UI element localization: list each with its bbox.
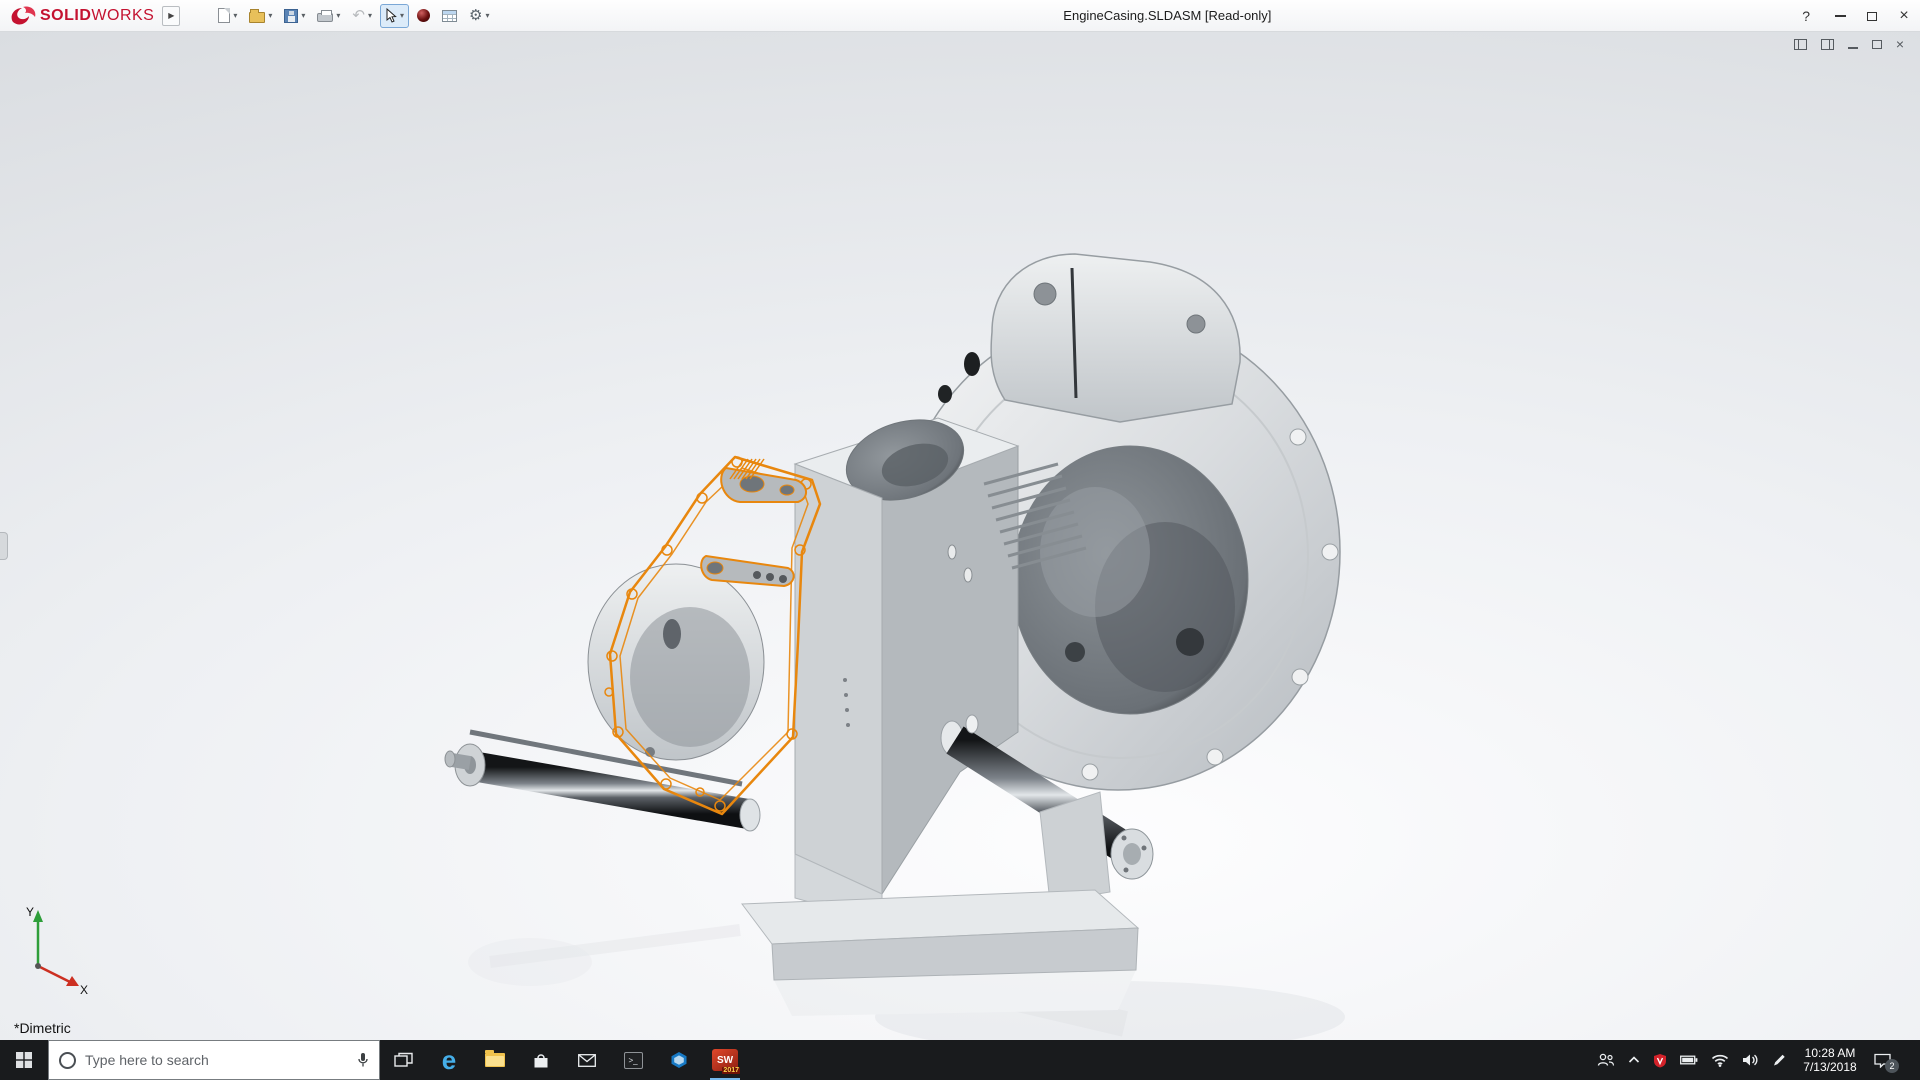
task-view-icon	[394, 1052, 413, 1068]
appearance-sphere-icon	[417, 9, 430, 22]
design-table-button[interactable]	[438, 4, 461, 28]
edge-button[interactable]: e	[426, 1040, 472, 1080]
doc-restore-button[interactable]	[1872, 40, 1882, 49]
dropdown-caret-icon[interactable]: ▾	[400, 11, 404, 20]
help-button[interactable]: ?	[1788, 8, 1824, 24]
start-button[interactable]	[0, 1040, 48, 1080]
cortana-icon[interactable]	[59, 1052, 76, 1069]
main-window: SOLIDWORKS ▶ ▾ ▾ ▾ ▾ ↶ ▾	[0, 0, 1920, 1080]
triad-x-label: X	[80, 983, 88, 994]
microphone-icon[interactable]	[357, 1052, 369, 1068]
edge-icon: e	[442, 1047, 456, 1073]
dropdown-caret-icon[interactable]: ▾	[268, 11, 272, 20]
options-button[interactable]: ⚙ ▾	[465, 4, 493, 28]
pen-icon	[1772, 1053, 1786, 1067]
system-tray: 10:28 AM 7/13/2018 2	[1597, 1040, 1920, 1080]
store-bag-icon	[533, 1052, 549, 1069]
battery-icon	[1680, 1055, 1698, 1065]
solidworks-wordmark: SOLIDWORKS	[40, 7, 154, 25]
restore-icon	[1867, 12, 1877, 21]
solidworks-app-icon: SW 2017	[712, 1049, 738, 1071]
taskbar-clock[interactable]: 10:28 AM 7/13/2018	[1799, 1046, 1861, 1074]
appearance-button[interactable]	[413, 4, 434, 28]
titlebar: SOLIDWORKS ▶ ▾ ▾ ▾ ▾ ↶ ▾	[0, 0, 1920, 32]
open-folder-icon	[249, 12, 265, 23]
action-center-button[interactable]: 2	[1874, 1053, 1895, 1068]
doc-close-button[interactable]: ×	[1896, 38, 1904, 50]
people-button[interactable]	[1597, 1053, 1615, 1067]
dropdown-caret-icon[interactable]: ▾	[368, 11, 372, 20]
titlebar-controls: ? ×	[1788, 0, 1920, 32]
print-button[interactable]: ▾	[313, 4, 344, 28]
panel-flyout-handle[interactable]	[0, 532, 8, 560]
volume-icon	[1742, 1053, 1759, 1067]
network-tray-button[interactable]	[1711, 1053, 1729, 1067]
document-window-controls: ×	[1794, 38, 1904, 50]
doc-minimize-button[interactable]	[1848, 47, 1858, 49]
quick-access-toolbar: ▾ ▾ ▾ ▾ ↶ ▾ ▾	[214, 4, 493, 28]
solidworks-logo: SOLIDWORKS	[10, 6, 154, 26]
store-button[interactable]	[518, 1040, 564, 1080]
windows-logo-icon	[16, 1052, 32, 1068]
solidworks-logo-icon	[10, 6, 36, 26]
graphics-viewport[interactable]: ×	[0, 32, 1920, 1040]
dropdown-caret-icon[interactable]: ▾	[336, 11, 340, 20]
people-icon	[1597, 1053, 1615, 1067]
minimize-icon	[1835, 15, 1846, 17]
minimize-button[interactable]	[1824, 0, 1856, 32]
save-button[interactable]: ▾	[280, 4, 309, 28]
file-explorer-icon	[485, 1053, 505, 1067]
new-document-button[interactable]: ▾	[214, 4, 241, 28]
save-icon	[284, 9, 298, 23]
document-title: EngineCasing.SLDASM [Read-only]	[1063, 8, 1271, 23]
dropdown-caret-icon[interactable]: ▾	[301, 11, 305, 20]
volume-tray-button[interactable]	[1742, 1053, 1759, 1067]
task-view-button[interactable]	[380, 1040, 426, 1080]
select-tool-button[interactable]: ▾	[380, 4, 409, 28]
notification-badge: 2	[1885, 1059, 1899, 1073]
hexagon-app-icon	[670, 1051, 688, 1069]
mail-button[interactable]	[564, 1040, 610, 1080]
antivirus-tray-button[interactable]	[1653, 1053, 1667, 1068]
pane-right-icon[interactable]	[1821, 39, 1834, 50]
close-icon: ×	[1899, 8, 1908, 24]
dropdown-caret-icon[interactable]: ▾	[485, 11, 489, 20]
hidden-icons-button[interactable]	[1628, 1056, 1640, 1064]
new-document-icon	[218, 8, 230, 23]
taskbar-search[interactable]	[48, 1040, 380, 1080]
design-table-icon	[442, 10, 457, 22]
file-explorer-button[interactable]	[472, 1040, 518, 1080]
open-button[interactable]: ▾	[245, 4, 276, 28]
taskbar: e >_ SW	[0, 1040, 1920, 1080]
mail-envelope-icon	[578, 1054, 596, 1067]
undo-button[interactable]: ↶ ▾	[348, 4, 376, 28]
select-cursor-icon	[385, 8, 397, 24]
orientation-triad: Y X	[24, 902, 94, 994]
restore-button[interactable]	[1856, 0, 1888, 32]
chevron-up-icon	[1628, 1056, 1640, 1064]
console-icon: >_	[624, 1052, 643, 1069]
wifi-icon	[1711, 1053, 1729, 1067]
solidworks-year-badge: 2017	[722, 1067, 740, 1074]
dropdown-caret-icon[interactable]: ▾	[233, 11, 237, 20]
search-input[interactable]	[85, 1052, 348, 1068]
gear-icon: ⚙	[469, 8, 482, 23]
edrawings-button[interactable]	[656, 1040, 702, 1080]
undo-icon: ↶	[352, 9, 365, 23]
battery-tray-button[interactable]	[1680, 1055, 1698, 1065]
clock-date: 7/13/2018	[1799, 1060, 1861, 1074]
console-app-button[interactable]: >_	[610, 1040, 656, 1080]
pane-left-icon[interactable]	[1794, 39, 1807, 50]
print-icon	[317, 13, 333, 22]
pen-tray-button[interactable]	[1772, 1053, 1786, 1067]
3d-model-engine-casing[interactable]	[0, 32, 1920, 1040]
clock-time: 10:28 AM	[1799, 1046, 1861, 1060]
antivirus-shield-icon	[1653, 1053, 1667, 1068]
clutch-disc[interactable]	[588, 564, 764, 760]
triad-y-label: Y	[26, 905, 34, 919]
view-orientation-label: *Dimetric	[14, 1020, 71, 1036]
close-button[interactable]: ×	[1888, 0, 1920, 32]
solidworks-app-button[interactable]: SW 2017	[702, 1040, 748, 1080]
menu-expander-button[interactable]: ▶	[162, 6, 180, 26]
